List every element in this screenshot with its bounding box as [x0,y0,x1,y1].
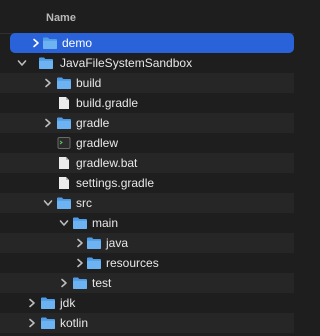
tree-row-label: test [92,276,112,290]
file-tree: demo JavaFileSystemSandbox build build.g… [0,33,294,333]
chevron-right-icon[interactable] [30,37,42,49]
tree-row-label: build [76,76,102,90]
folder-icon [86,236,102,250]
tree-row-build[interactable]: build [0,73,294,93]
tree-row-label: gradlew [76,136,119,150]
tree-row-main[interactable]: main [0,213,294,233]
tree-row-gradlew[interactable]: gradlew [0,133,294,153]
finder-list-view: Name demo JavaFileSystemSandbox build bu… [0,0,294,336]
tree-row-demo[interactable]: demo [10,33,294,53]
folder-icon [40,296,56,310]
folder-icon [86,256,102,270]
folder-icon [56,76,72,90]
chevron-right-icon[interactable] [26,297,38,309]
chevron-down-icon[interactable] [42,197,54,209]
folder-icon [56,116,72,130]
tree-row-label: settings.gradle [76,176,155,190]
folder-icon [40,316,56,330]
tree-row-gradle[interactable]: gradle [0,113,294,133]
tree-row-label: gradlew.bat [76,156,138,170]
chevron-down-icon[interactable] [58,217,70,229]
tree-row-test[interactable]: test [0,273,294,293]
chevron-right-icon[interactable] [74,237,86,249]
column-header-name[interactable]: Name [0,0,294,34]
document-icon [58,156,70,170]
tree-row-label: src [76,196,92,210]
tree-row-javafilesystemsandbox[interactable]: JavaFileSystemSandbox [0,53,294,73]
folder-icon [72,216,88,230]
document-icon [58,96,70,110]
tree-row-build-gradle[interactable]: build.gradle [0,93,294,113]
tree-row-label: kotlin [60,316,89,330]
column-header-label: Name [46,12,76,24]
chevron-right-icon[interactable] [42,117,54,129]
folder-icon [38,56,54,70]
tree-row-label: gradle [76,116,110,130]
tree-row-label: build.gradle [76,96,139,110]
tree-row-kotlin[interactable]: kotlin [0,313,294,333]
tree-row-label: java [106,236,129,250]
terminal-executable-icon [57,136,71,150]
tree-row-label: JavaFileSystemSandbox [60,56,193,70]
tree-row-src[interactable]: src [0,193,294,213]
tree-row-jdk[interactable]: jdk [0,293,294,313]
tree-row-label: demo [62,36,93,50]
folder-icon [72,276,88,290]
chevron-down-icon[interactable] [16,57,28,69]
tree-row-label: main [92,216,119,230]
tree-row-java[interactable]: java [0,233,294,253]
folder-icon [56,196,72,210]
tree-row-resources[interactable]: resources [0,253,294,273]
chevron-right-icon[interactable] [58,277,70,289]
document-icon [58,176,70,190]
tree-row-label: resources [106,256,159,270]
tree-row-gradlew-bat[interactable]: gradlew.bat [0,153,294,173]
chevron-right-icon[interactable] [74,257,86,269]
chevron-right-icon[interactable] [26,317,38,329]
tree-row-label: jdk [60,296,76,310]
tree-row-settings-gradle[interactable]: settings.gradle [0,173,294,193]
folder-icon [42,36,58,50]
chevron-right-icon[interactable] [42,77,54,89]
